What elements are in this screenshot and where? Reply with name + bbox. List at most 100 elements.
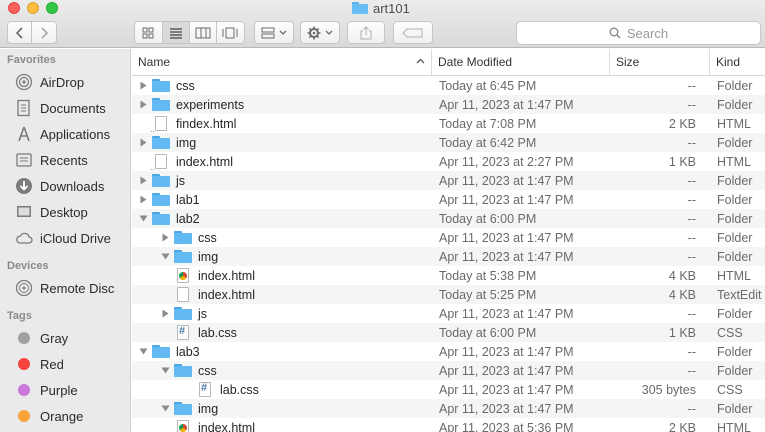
sidebar-tag-orange[interactable]: Orange: [0, 403, 130, 429]
table-row[interactable]: img Today at 6:42 PM -- Folder: [132, 133, 765, 152]
size-cell: --: [687, 249, 696, 264]
table-row[interactable]: lab1 Apr 11, 2023 at 1:47 PM -- Folder: [132, 190, 765, 209]
sidebar-item-recents[interactable]: Recents: [0, 147, 130, 173]
icloud-icon: [14, 228, 34, 248]
sidebar-item-downloads[interactable]: Downloads: [0, 173, 130, 199]
action-menu-button[interactable]: [300, 21, 340, 44]
sidebar-item-desktop[interactable]: Desktop: [0, 199, 130, 225]
disclosure-open-icon[interactable]: [156, 405, 174, 412]
sidebar-item-applications[interactable]: Applications: [0, 121, 130, 147]
sidebar-item-airdrop[interactable]: AirDrop: [0, 69, 130, 95]
column-header-size[interactable]: Size: [610, 49, 710, 75]
table-row[interactable]: img Apr 11, 2023 at 1:47 PM -- Folder: [132, 247, 765, 266]
disclosure-closed-icon[interactable]: [156, 233, 174, 242]
disclosure-closed-icon[interactable]: [134, 138, 152, 147]
sidebar-item-label: AirDrop: [40, 74, 85, 90]
size-cell: --: [687, 173, 696, 188]
css-file-icon: [174, 325, 192, 340]
search-icon: [609, 27, 621, 39]
table-row[interactable]: js Apr 11, 2023 at 1:47 PM -- Folder: [132, 171, 765, 190]
folder-icon: [352, 2, 368, 14]
html-file-icon: [150, 154, 170, 172]
search-field[interactable]: Search: [516, 21, 761, 45]
back-button[interactable]: [8, 22, 33, 43]
size-cell: --: [687, 97, 696, 112]
table-row[interactable]: lab3 Apr 11, 2023 at 1:47 PM -- Folder: [132, 342, 765, 361]
sidebar-item-documents[interactable]: Documents: [0, 95, 130, 121]
date-cell: Today at 7:08 PM: [439, 116, 537, 131]
table-row[interactable]: lab.css Today at 6:00 PM 1 KB CSS: [132, 323, 765, 342]
tag-dot-icon: [18, 384, 30, 396]
folder-icon: [174, 231, 192, 245]
name-cell: experiments: [132, 98, 432, 112]
column-header-kind[interactable]: Kind: [710, 49, 765, 75]
chevron-right-icon: [41, 26, 49, 39]
table-row[interactable]: lab2 Today at 6:00 PM -- Folder: [132, 209, 765, 228]
folder-icon: [174, 307, 192, 321]
size-cell: --: [687, 363, 696, 378]
edit-tags-button[interactable]: [393, 21, 433, 44]
file-name: findex.html: [176, 116, 237, 131]
sidebar-item-remote-disc[interactable]: Remote Disc: [0, 275, 130, 301]
column-header-name[interactable]: Name: [132, 49, 432, 75]
zoom-window-button[interactable]: [46, 2, 58, 14]
sidebar-item-label: Gray: [40, 330, 69, 346]
sidebar-item-label: Downloads: [40, 178, 105, 194]
table-row[interactable]: lab.css Apr 11, 2023 at 1:47 PM 305 bytes C…: [132, 380, 765, 399]
css-file-icon: [196, 382, 214, 397]
column-view-button[interactable]: [190, 22, 217, 43]
table-row[interactable]: index.html Apr 11, 2023 at 2:27 PM 1 KB HTM…: [132, 152, 765, 172]
table-row[interactable]: index.html Today at 5:38 PM 4 KB HTML: [132, 266, 765, 285]
name-cell: index.html: [132, 154, 432, 172]
name-cell: index.html: [132, 268, 432, 283]
disclosure-closed-icon[interactable]: [134, 81, 152, 90]
disclosure-open-icon[interactable]: [156, 367, 174, 374]
date-cell: Apr 11, 2023 at 5:36 PM: [439, 420, 574, 432]
file-name: experiments: [176, 97, 245, 112]
disclosure-closed-icon[interactable]: [134, 176, 152, 185]
close-window-button[interactable]: [8, 2, 20, 14]
table-row[interactable]: img Apr 11, 2023 at 1:47 PM -- Folder: [132, 399, 765, 418]
sidebar-tag-purple[interactable]: Purple: [0, 377, 130, 403]
kind-cell: HTML: [717, 420, 752, 432]
sidebar-item-label: Documents: [40, 100, 106, 116]
forward-button[interactable]: [32, 22, 56, 43]
disclosure-open-icon[interactable]: [134, 348, 152, 355]
table-row[interactable]: index.html Apr 11, 2023 at 5:36 PM 2 KB HTM…: [132, 418, 765, 432]
group-by-button[interactable]: [254, 21, 294, 44]
table-row[interactable]: css Apr 11, 2023 at 1:47 PM -- Folder: [132, 228, 765, 247]
icon-view-button[interactable]: [135, 22, 163, 43]
sidebar-item-label: Desktop: [40, 204, 88, 220]
gallery-view-button[interactable]: [217, 22, 244, 43]
disclosure-closed-icon[interactable]: [156, 309, 174, 318]
table-row[interactable]: index.html Today at 5:25 PM 4 KB TextEdit: [132, 285, 765, 304]
disclosure-closed-icon[interactable]: [134, 195, 152, 204]
disclosure-open-icon[interactable]: [156, 253, 174, 260]
list-view-button[interactable]: [162, 22, 190, 43]
table-row[interactable]: findex.html Today at 7:08 PM 2 KB HTML: [132, 114, 765, 134]
folder-icon: [152, 98, 170, 112]
size-cell: 2 KB: [668, 420, 696, 432]
table-row[interactable]: js Apr 11, 2023 at 1:47 PM -- Folder: [132, 304, 765, 323]
file-name: css: [176, 78, 195, 93]
share-button[interactable]: [347, 21, 385, 44]
tag-icon: [402, 28, 423, 37]
table-row[interactable]: css Apr 11, 2023 at 1:47 PM -- Folder: [132, 361, 765, 380]
date-cell: Apr 11, 2023 at 1:47 PM: [439, 382, 574, 397]
name-cell: js: [132, 307, 432, 321]
disclosure-closed-icon[interactable]: [134, 100, 152, 109]
kind-cell: Folder: [717, 78, 753, 93]
size-cell: --: [687, 135, 696, 150]
table-row[interactable]: experiments Apr 11, 2023 at 1:47 PM -- Fold…: [132, 95, 765, 114]
grid-icon: [142, 27, 154, 38]
table-row[interactable]: css Today at 6:45 PM -- Folder: [132, 76, 765, 95]
sidebar-tag-gray[interactable]: Gray: [0, 325, 130, 351]
sidebar-tag-red[interactable]: Red: [0, 351, 130, 377]
minimize-window-button[interactable]: [27, 2, 39, 14]
sidebar-item-icloud[interactable]: iCloud Drive: [0, 225, 130, 251]
size-cell: 305 bytes: [641, 382, 696, 397]
file-rows: css Today at 6:45 PM -- Folder experiments Ap…: [132, 76, 765, 432]
disclosure-open-icon[interactable]: [134, 215, 152, 222]
search-placeholder: Search: [626, 25, 669, 41]
column-header-date[interactable]: Date Modified: [432, 49, 610, 75]
